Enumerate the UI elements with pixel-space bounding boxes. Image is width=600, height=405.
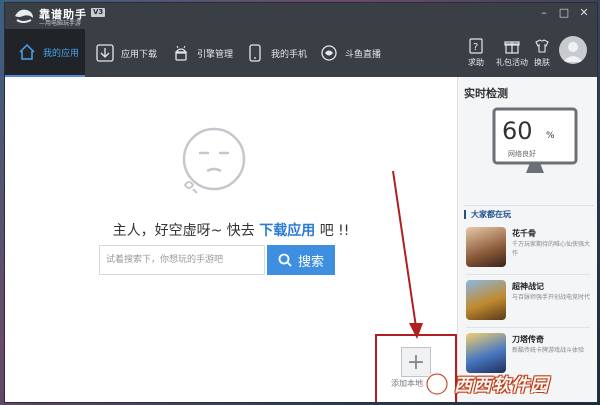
- watermark-sub: cr173.com: [520, 392, 552, 399]
- network-score: 60: [502, 117, 533, 145]
- logo-icon: [15, 9, 33, 23]
- game-desc: 新酷传统卡牌游戏战斗体验: [512, 347, 585, 354]
- phone-icon: [249, 44, 261, 62]
- search-input[interactable]: 试着搜索下，你想玩的手游吧: [99, 245, 265, 275]
- watermark-logo-icon: [425, 372, 449, 396]
- game-item[interactable]: 花千骨 千万玩家期待的唯心仙侠强大作: [466, 227, 596, 273]
- nav-label: 应用下载: [121, 49, 158, 60]
- search-button-label: 搜索: [297, 254, 324, 270]
- nav-skin[interactable]: 换肤: [531, 29, 553, 77]
- game-name: 刀塔传奇: [512, 335, 544, 344]
- nav-label: 我的应用: [43, 48, 80, 59]
- svg-text:?: ?: [473, 42, 478, 53]
- empty-message: 主人，好空虚呀~ 快去 下载应用 吧 !!: [5, 220, 457, 240]
- avatar-icon: [563, 42, 583, 62]
- app-logo: [13, 6, 35, 26]
- search-button[interactable]: 搜索: [267, 245, 335, 275]
- nav-right-label: 求助: [468, 58, 484, 67]
- sad-face-icon: [182, 127, 246, 194]
- douyu-icon: [321, 45, 337, 61]
- game-item[interactable]: 超神战记 与百脉师强手开创战电竞时代: [466, 280, 596, 326]
- network-status: 网络良好: [508, 150, 536, 158]
- nav-tab-my-apps[interactable]: 我的应用: [5, 29, 85, 77]
- nav-bar: 我的应用 应用下载 引擎管理 我的手机 斗鱼直播 ? 求助 礼包活动 换肤: [5, 29, 597, 77]
- title-bar: 靠谱助手 —用电脑玩手游 V3 – □ ✕: [5, 3, 597, 29]
- nav-right-label: 换肤: [534, 58, 550, 67]
- empty-suffix: 吧 !!: [315, 223, 350, 239]
- search-icon: [278, 253, 292, 267]
- empty-prefix: 主人，好空虚呀~ 快去: [112, 223, 260, 239]
- game-thumbnail: [466, 280, 506, 320]
- popular-games-title: 大家都在玩: [464, 210, 511, 219]
- network-score-unit: %: [546, 131, 555, 141]
- game-divider: [466, 327, 590, 328]
- sidebar-divider: [464, 205, 594, 206]
- android-icon: [174, 45, 188, 61]
- nav-help[interactable]: ? 求助: [465, 29, 487, 77]
- user-avatar[interactable]: [559, 36, 587, 64]
- nav-label: 引擎管理: [197, 49, 234, 60]
- nav-tab-my-phone[interactable]: 我的手机: [245, 29, 307, 77]
- app-tagline: —用电脑玩手游: [39, 20, 82, 27]
- app-window: 靠谱助手 —用电脑玩手游 V3 – □ ✕ 我的应用 应用下载 引擎管理 我的手…: [4, 2, 598, 403]
- nav-gift[interactable]: 礼包活动: [495, 29, 529, 77]
- download-apps-link[interactable]: 下载应用: [259, 223, 315, 239]
- nav-tab-engine[interactable]: 引擎管理: [171, 29, 233, 77]
- home-icon: [19, 43, 35, 60]
- help-icon: ?: [469, 38, 483, 54]
- nav-right-label: 礼包活动: [496, 58, 528, 67]
- main-content: 主人，好空虚呀~ 快去 下载应用 吧 !! 试着搜索下，你想玩的手游吧 搜索 +…: [5, 77, 457, 402]
- gift-icon: [504, 41, 520, 54]
- game-name: 超神战记: [512, 282, 544, 291]
- version-badge: V3: [91, 8, 106, 17]
- nav-tab-douyu[interactable]: 斗鱼直播: [319, 29, 381, 77]
- game-divider: [466, 274, 590, 275]
- minimize-button[interactable]: –: [537, 5, 551, 19]
- game-desc: 千万玩家期待的唯心仙侠强大作: [512, 241, 591, 257]
- site-watermark: 西西软件园 cr173.com: [424, 366, 600, 402]
- download-icon: [96, 44, 114, 62]
- add-local-label: 添加本地: [391, 379, 423, 388]
- right-sidebar: 实时检测 60 % 网络良好 大家都在玩 花千骨 千万玩家期待的唯心仙侠强大作 …: [457, 77, 597, 402]
- game-desc: 与百脉师强手开创战电竞时代: [512, 294, 591, 301]
- skin-icon: [535, 39, 549, 53]
- window-controls: – □ ✕: [537, 5, 591, 19]
- close-button[interactable]: ✕: [577, 5, 591, 19]
- realtime-check-title: 实时检测: [464, 87, 508, 100]
- maximize-button[interactable]: □: [557, 5, 571, 19]
- nav-label: 斗鱼直播: [345, 49, 382, 60]
- game-name: 花千骨: [512, 229, 536, 238]
- nav-tab-app-download[interactable]: 应用下载: [95, 29, 157, 77]
- game-thumbnail: [466, 227, 506, 267]
- nav-label: 我的手机: [271, 49, 308, 60]
